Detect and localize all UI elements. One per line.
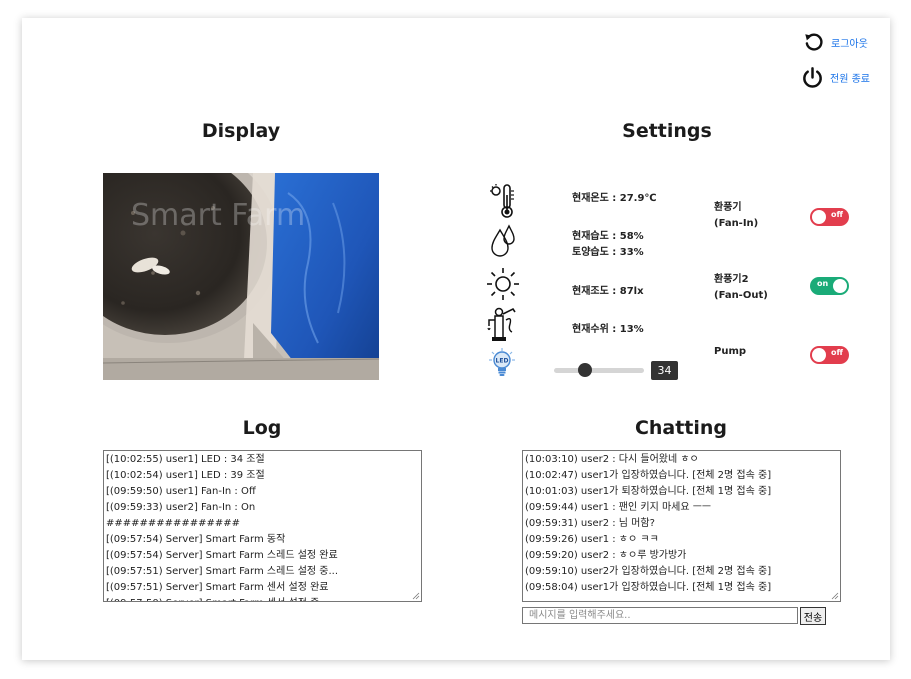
chat-line: (09:59:26) user1 : ㅎㅇ ㅋㅋ xyxy=(525,534,659,545)
chat-lines: (10:03:10) user2 : 다시 들어왔네 ㅎㅇ (10:02:47) … xyxy=(525,452,838,596)
temperature-reading: 현재온도 : 27.9℃ xyxy=(572,193,657,204)
water-level-reading: 현재수위 : 13% xyxy=(572,324,644,335)
led-value-badge: 34 xyxy=(651,361,678,380)
refresh-icon xyxy=(803,31,825,53)
log-textarea[interactable]: [(10:02:55) user1] LED : 34 조절 [(10:02:54… xyxy=(103,450,422,602)
resize-handle-icon[interactable] xyxy=(412,592,420,600)
chat-line: (09:59:31) user2 : 님 머함? xyxy=(525,518,655,529)
log-title: Log xyxy=(242,417,282,439)
display-title: Display xyxy=(201,120,281,142)
log-line: [(09:59:33) user2] Fan-In : On xyxy=(106,502,256,513)
water-drops-icon xyxy=(489,224,523,260)
log-lines: [(10:02:55) user1] LED : 34 조절 [(10:02:54… xyxy=(106,452,419,601)
soil-humidity-reading: 토양습도 : 33% xyxy=(572,247,644,258)
fan-in-label-line2: (Fan-In) xyxy=(714,218,759,229)
send-button[interactable]: 전송 xyxy=(800,607,826,625)
chat-line: (10:02:47) user1가 입장하였습니다. [전체 2명 접속 중] xyxy=(525,470,772,481)
settings-title: Settings xyxy=(622,120,712,142)
fan-out-label-line1: 환풍기2 xyxy=(714,274,749,285)
log-line: [(09:57:51) Server] Smart Farm 센서 설정 완료 xyxy=(106,582,329,593)
chat-message-input[interactable] xyxy=(522,607,798,624)
log-line: [(09:59:50) user1] Fan-In : Off xyxy=(106,486,256,497)
log-line: [(09:57:54) Server] Smart Farm 동작 xyxy=(106,534,286,545)
shutdown-label[interactable]: 전원 종료 xyxy=(830,70,870,85)
toggle-knob xyxy=(812,210,826,224)
log-line: ################ xyxy=(106,518,241,529)
log-line: [(09:57:54) Server] Smart Farm 스레드 설정 완료 xyxy=(106,550,338,561)
chat-line: (09:59:44) user1 : 팬인 키지 마세요 ㅡㅡ xyxy=(525,502,712,513)
camera-image: Smart Farm xyxy=(103,173,379,380)
chat-line: (09:58:04) user1가 입장하였습니다. [전체 1명 접속 중] xyxy=(525,582,772,593)
fan-out-label: 환풍기2 (Fan-Out) xyxy=(714,272,768,304)
led-icon-text: LED xyxy=(496,358,509,365)
water-pump-icon xyxy=(486,306,520,342)
chat-line: (09:59:10) user2가 입장하였습니다. [전체 2명 접속 중] xyxy=(525,566,772,577)
pump-label: Pump xyxy=(714,346,747,357)
fan-in-state: off xyxy=(831,210,843,219)
humidity-reading: 현재습도 : 58% xyxy=(572,231,644,242)
fan-out-label-line2: (Fan-Out) xyxy=(714,290,768,301)
fan-in-label-line1: 환풍기 xyxy=(714,202,742,213)
toggle-knob xyxy=(833,279,847,293)
logout-button[interactable]: 로그아웃 xyxy=(803,31,868,53)
logout-label[interactable]: 로그아웃 xyxy=(831,35,868,50)
fan-out-toggle[interactable]: on xyxy=(810,277,849,295)
chatting-title: Chatting xyxy=(634,417,728,439)
log-line: [(09:57:51) Server] Smart Farm 스레드 설정 중.… xyxy=(106,566,339,577)
fan-in-label: 환풍기 (Fan-In) xyxy=(714,200,758,232)
chat-line: (10:03:10) user2 : 다시 들어왔네 ㅎㅇ xyxy=(525,454,699,465)
fan-out-state: on xyxy=(817,279,829,288)
thermometer-icon xyxy=(489,183,523,219)
led-slider-thumb[interactable] xyxy=(577,363,592,377)
pump-state: off xyxy=(831,348,843,357)
sun-icon xyxy=(485,266,519,302)
toggle-knob xyxy=(812,348,826,362)
fan-in-toggle[interactable]: off xyxy=(810,208,849,226)
chat-line: (10:01:03) user1가 퇴장하였습니다. [전체 1명 접속 중] xyxy=(525,486,772,497)
illuminance-reading: 현재조도 : 87lx xyxy=(572,286,644,297)
log-line: [(09:57:50) Server] Smart Farm 센서 설정 중..… xyxy=(106,596,419,601)
led-slider[interactable] xyxy=(554,363,644,377)
led-bulb-icon: LED xyxy=(487,347,521,383)
log-line: [(10:02:54) user1] LED : 39 조절 xyxy=(106,470,265,481)
pump-toggle[interactable]: off xyxy=(810,346,849,364)
chat-textarea[interactable]: (10:03:10) user2 : 다시 들어왔네 ㅎㅇ (10:02:47) … xyxy=(522,450,841,602)
power-icon xyxy=(801,66,824,89)
log-line: [(10:02:55) user1] LED : 34 조절 xyxy=(106,454,265,465)
chat-line: (09:59:20) user2 : ㅎㅇ루 방가방가 xyxy=(525,550,687,561)
camera-feed: Smart Farm xyxy=(103,173,379,380)
shutdown-button[interactable]: 전원 종료 xyxy=(801,66,870,89)
resize-handle-icon[interactable] xyxy=(831,592,839,600)
camera-overlay-text: Smart Farm xyxy=(131,198,305,233)
